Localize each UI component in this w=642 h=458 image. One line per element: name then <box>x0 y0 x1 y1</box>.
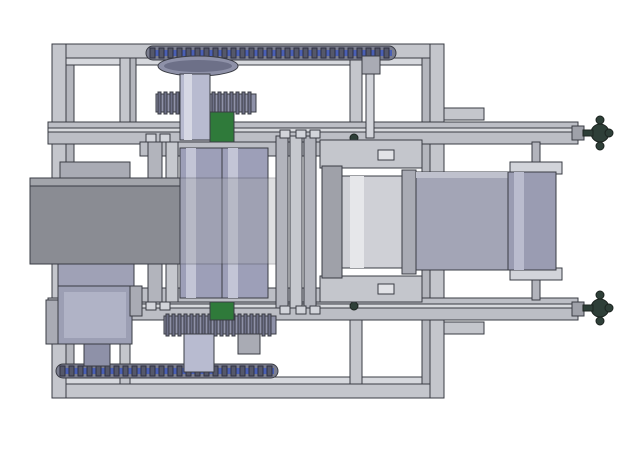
chain-link <box>230 47 237 59</box>
chain-link <box>131 365 138 377</box>
gear-tooth <box>175 91 180 115</box>
gear-tooth <box>183 313 188 337</box>
gear-tooth <box>255 313 260 337</box>
gear-tooth <box>261 313 266 337</box>
chain-link <box>320 47 327 59</box>
chain-link <box>149 365 156 377</box>
gear-tooth <box>211 91 216 115</box>
chain-link <box>347 47 354 59</box>
chain-link <box>104 365 111 377</box>
gear-tooth <box>267 313 272 337</box>
gear-tooth <box>237 313 242 337</box>
hex-bolt <box>309 305 321 315</box>
chain-link <box>230 365 237 377</box>
chain-link <box>77 365 84 377</box>
chain-link <box>275 47 282 59</box>
chain-link <box>221 47 228 59</box>
center-roller <box>319 139 423 303</box>
hex-bolt <box>159 133 171 143</box>
hex-bolt <box>145 301 157 311</box>
gear-tooth <box>217 91 222 115</box>
chain-link <box>248 47 255 59</box>
chain-link <box>383 47 390 59</box>
hex-bolt <box>145 133 157 143</box>
chain-link <box>167 365 174 377</box>
output-belt-right <box>415 171 511 271</box>
chain-link <box>59 365 66 377</box>
gear-tooth <box>241 91 246 115</box>
chain-link <box>122 365 129 377</box>
mechanical-assembly-drawing <box>0 0 642 458</box>
gear-tooth <box>189 313 194 337</box>
chain-link <box>266 365 273 377</box>
chain-link <box>257 47 264 59</box>
chain-link <box>221 365 228 377</box>
chain-link <box>338 47 345 59</box>
gear-tooth <box>229 91 234 115</box>
chain-link <box>302 47 309 59</box>
gear-tooth <box>163 91 168 115</box>
chain-link <box>86 365 93 377</box>
gear-tooth <box>195 313 200 337</box>
gear-tooth <box>223 91 228 115</box>
hex-bolt <box>295 129 307 139</box>
chain-link <box>68 365 75 377</box>
chain-link <box>176 365 183 377</box>
chain-link <box>248 365 255 377</box>
chain-link <box>239 47 246 59</box>
chain-link <box>239 365 246 377</box>
chain-link <box>167 47 174 59</box>
chain-link <box>158 365 165 377</box>
chain-link <box>158 47 165 59</box>
chain-link <box>140 365 147 377</box>
feed-belt-left <box>29 177 277 265</box>
gear-tooth <box>247 91 252 115</box>
hex-bolt <box>159 301 171 311</box>
right-pulley <box>507 141 563 301</box>
assembly-top-view <box>0 0 642 458</box>
hex-bolt <box>309 129 321 139</box>
gear-tooth <box>177 313 182 337</box>
chain-link <box>329 47 336 59</box>
chain-link <box>311 47 318 59</box>
gear-tooth <box>243 313 248 337</box>
chain-link <box>266 47 273 59</box>
chain-link <box>149 47 156 59</box>
chain-link <box>257 365 264 377</box>
chain-link <box>113 365 120 377</box>
chain-link <box>293 47 300 59</box>
chain-link <box>284 47 291 59</box>
gear-tooth <box>157 91 162 115</box>
chain-link <box>95 365 102 377</box>
hex-bolt <box>279 129 291 139</box>
gear-tooth <box>235 91 240 115</box>
gear-tooth <box>169 91 174 115</box>
hex-bolt <box>295 305 307 315</box>
chain-link <box>356 47 363 59</box>
hex-bolt <box>279 305 291 315</box>
gear-tooth <box>201 313 206 337</box>
gear-tooth <box>171 313 176 337</box>
gear-tooth <box>165 313 170 337</box>
gear-tooth <box>249 313 254 337</box>
